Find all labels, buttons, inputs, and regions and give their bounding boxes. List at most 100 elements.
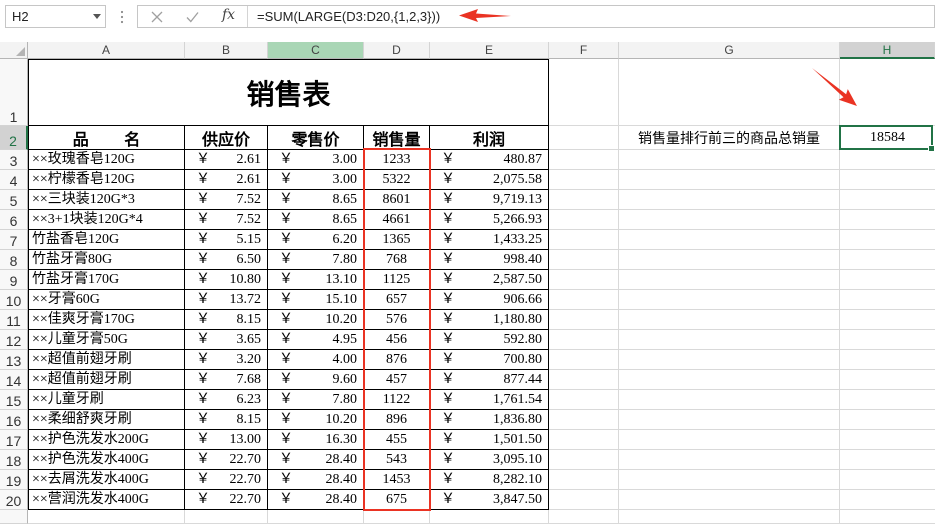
cell-b19[interactable]: ￥ 22.70: [185, 470, 268, 490]
row-header-9[interactable]: 9: [0, 270, 28, 290]
cell-d14[interactable]: 457: [364, 370, 430, 390]
cell-g6[interactable]: [619, 210, 840, 230]
cell-f12[interactable]: [549, 330, 619, 350]
column-header-e[interactable]: E: [430, 42, 549, 59]
cell-f3[interactable]: [549, 150, 619, 170]
row-header-3[interactable]: 3: [0, 150, 28, 170]
cell-c20[interactable]: ￥ 28.40: [268, 490, 364, 510]
cell-a6[interactable]: ××3+1块装120G*4: [28, 210, 185, 230]
row-header-19[interactable]: 19: [0, 470, 28, 490]
cell-a20[interactable]: ××营润洗发水400G: [28, 490, 185, 510]
cell-f8[interactable]: [549, 250, 619, 270]
cell-b18[interactable]: ￥ 22.70: [185, 450, 268, 470]
cell-e6[interactable]: ￥ 5,266.93: [430, 210, 549, 230]
cell-b10[interactable]: ￥ 13.72: [185, 290, 268, 310]
cell-h20[interactable]: [840, 490, 935, 510]
cell-d11[interactable]: 576: [364, 310, 430, 330]
cell-d18[interactable]: 543: [364, 450, 430, 470]
cell-h5[interactable]: [840, 190, 935, 210]
row-header-20[interactable]: 20: [0, 490, 28, 510]
cell-a16[interactable]: ××柔细舒爽牙刷: [28, 410, 185, 430]
column-header-d[interactable]: D: [364, 42, 430, 59]
cell-e3[interactable]: ￥ 480.87: [430, 150, 549, 170]
column-header-a[interactable]: A: [28, 42, 185, 59]
row-header-13[interactable]: 13: [0, 350, 28, 370]
cell-b6[interactable]: ￥ 7.52: [185, 210, 268, 230]
cell-b5[interactable]: ￥ 7.52: [185, 190, 268, 210]
cell-d3[interactable]: 1233: [364, 150, 430, 170]
cell-g4[interactable]: [619, 170, 840, 190]
cell-e12[interactable]: ￥ 592.80: [430, 330, 549, 350]
cell-h18[interactable]: [840, 450, 935, 470]
row-header-15[interactable]: 15: [0, 390, 28, 410]
cell-g12[interactable]: [619, 330, 840, 350]
cell-d21[interactable]: [364, 510, 430, 524]
cell-a11[interactable]: ××佳爽牙膏170G: [28, 310, 185, 330]
select-all-button[interactable]: [0, 42, 28, 59]
cell-c11[interactable]: ￥ 10.20: [268, 310, 364, 330]
cell-d16[interactable]: 896: [364, 410, 430, 430]
cell-b15[interactable]: ￥ 6.23: [185, 390, 268, 410]
cell-e19[interactable]: ￥ 8,282.10: [430, 470, 549, 490]
cell-d8[interactable]: 768: [364, 250, 430, 270]
cell-e4[interactable]: ￥ 2,075.58: [430, 170, 549, 190]
cell-h8[interactable]: [840, 250, 935, 270]
column-header-g[interactable]: G: [619, 42, 840, 59]
cell-a13[interactable]: ××超值前翅牙刷: [28, 350, 185, 370]
cell-f20[interactable]: [549, 490, 619, 510]
cell-h10[interactable]: [840, 290, 935, 310]
cell-f16[interactable]: [549, 410, 619, 430]
cell-b2[interactable]: 供应价: [185, 126, 268, 150]
cell-h2[interactable]: 18584: [840, 126, 935, 150]
cell-e2[interactable]: 利润: [430, 126, 549, 150]
row-header-21[interactable]: [0, 510, 28, 524]
cell-c4[interactable]: ￥ 3.00: [268, 170, 364, 190]
cell-f7[interactable]: [549, 230, 619, 250]
cell-d6[interactable]: 4661: [364, 210, 430, 230]
cell-d9[interactable]: 1125: [364, 270, 430, 290]
cell-b9[interactable]: ￥ 10.80: [185, 270, 268, 290]
cell-g15[interactable]: [619, 390, 840, 410]
cell-h21[interactable]: [840, 510, 935, 524]
cell-f10[interactable]: [549, 290, 619, 310]
cell-e21[interactable]: [430, 510, 549, 524]
cell-d7[interactable]: 1365: [364, 230, 430, 250]
cell-e18[interactable]: ￥ 3,095.10: [430, 450, 549, 470]
cell-c14[interactable]: ￥ 9.60: [268, 370, 364, 390]
cell-a12[interactable]: ××儿童牙膏50G: [28, 330, 185, 350]
cell-c5[interactable]: ￥ 8.65: [268, 190, 364, 210]
cell-d17[interactable]: 455: [364, 430, 430, 450]
cell-e17[interactable]: ￥ 1,501.50: [430, 430, 549, 450]
cell-f15[interactable]: [549, 390, 619, 410]
row-header-4[interactable]: 4: [0, 170, 28, 190]
cell-d12[interactable]: 456: [364, 330, 430, 350]
cell-a17[interactable]: ××护色洗发水200G: [28, 430, 185, 450]
cell-f17[interactable]: [549, 430, 619, 450]
cell-c19[interactable]: ￥ 28.40: [268, 470, 364, 490]
cell-g13[interactable]: [619, 350, 840, 370]
cell-g9[interactable]: [619, 270, 840, 290]
cell-a7[interactable]: 竹盐香皂120G: [28, 230, 185, 250]
cell-e7[interactable]: ￥ 1,433.25: [430, 230, 549, 250]
cell-g18[interactable]: [619, 450, 840, 470]
cell-a18[interactable]: ××护色洗发水400G: [28, 450, 185, 470]
cell-a4[interactable]: ××柠檬香皂120G: [28, 170, 185, 190]
cell-c6[interactable]: ￥ 8.65: [268, 210, 364, 230]
cell-a10[interactable]: ××牙膏60G: [28, 290, 185, 310]
cell-a15[interactable]: ××儿童牙刷: [28, 390, 185, 410]
cell-b14[interactable]: ￥ 7.68: [185, 370, 268, 390]
cell-g5[interactable]: [619, 190, 840, 210]
cell-g11[interactable]: [619, 310, 840, 330]
cell-b11[interactable]: ￥ 8.15: [185, 310, 268, 330]
cell-b4[interactable]: ￥ 2.61: [185, 170, 268, 190]
cell-e10[interactable]: ￥ 906.66: [430, 290, 549, 310]
cell-e14[interactable]: ￥ 877.44: [430, 370, 549, 390]
cell-h6[interactable]: [840, 210, 935, 230]
cell-a9[interactable]: 竹盐牙膏170G: [28, 270, 185, 290]
cell-h11[interactable]: [840, 310, 935, 330]
cell-b7[interactable]: ￥ 5.15: [185, 230, 268, 250]
cell-h1[interactable]: [840, 59, 935, 126]
row-header-17[interactable]: 17: [0, 430, 28, 450]
cell-g1[interactable]: [619, 59, 840, 126]
cell-b21[interactable]: [185, 510, 268, 524]
